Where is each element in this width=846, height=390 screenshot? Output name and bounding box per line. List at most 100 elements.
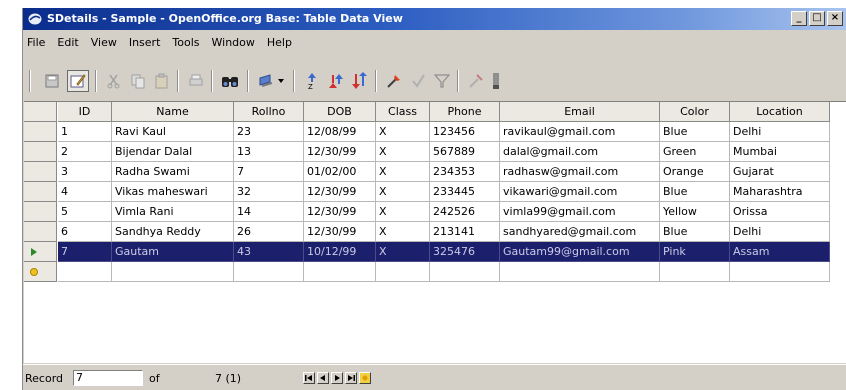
next-record-button[interactable] (331, 372, 343, 384)
table-cell-name[interactable]: Bijendar Dalal (112, 142, 234, 162)
column-header-dob[interactable]: DOB (304, 102, 376, 122)
table-cell-dob[interactable]: 12/30/99 (304, 142, 376, 162)
table-cell-location[interactable]: Delhi (730, 122, 830, 142)
last-record-button[interactable] (345, 372, 357, 384)
menu-insert[interactable]: Insert (125, 34, 169, 54)
table-cell-email[interactable]: dalal@gmail.com (500, 142, 660, 162)
table-cell-id[interactable]: 6 (58, 222, 112, 242)
table-cell-rollno[interactable]: 43 (234, 242, 304, 262)
table-cell-dob[interactable]: 01/02/00 (304, 162, 376, 182)
paste-icon[interactable] (151, 70, 173, 92)
column-header-color[interactable]: Color (660, 102, 730, 122)
table-cell-name[interactable]: Sandhya Reddy (112, 222, 234, 242)
table-cell-class[interactable]: X (376, 142, 430, 162)
table-cell-phone[interactable]: 123456 (430, 122, 500, 142)
table-cell-id[interactable]: 2 (58, 142, 112, 162)
table-cell-phone[interactable]: 233445 (430, 182, 500, 202)
print-icon[interactable] (185, 70, 207, 92)
menu-edit[interactable]: Edit (53, 34, 86, 54)
menu-file[interactable]: File (23, 34, 53, 54)
table-cell-id[interactable]: 7 (58, 242, 112, 262)
table-cell-name[interactable]: Ravi Kaul (112, 122, 234, 142)
table-cell-email[interactable]: ravikaul@gmail.com (500, 122, 660, 142)
row-selector[interactable] (24, 142, 57, 162)
title-bar[interactable]: SDetails - Sample - OpenOffice.org Base:… (23, 8, 846, 30)
table-cell-class[interactable]: X (376, 182, 430, 202)
column-header-id[interactable]: ID (58, 102, 112, 122)
maximize-button[interactable]: □ (809, 11, 825, 26)
table-cell-location[interactable]: Delhi (730, 222, 830, 242)
table-cell-id[interactable]: 1 (58, 122, 112, 142)
dropdown-arrow-icon[interactable] (275, 70, 287, 92)
new-row-cell[interactable] (430, 262, 500, 282)
table-cell-rollno[interactable]: 14 (234, 202, 304, 222)
data-to-text-icon[interactable] (485, 70, 507, 92)
copy-icon[interactable] (127, 70, 149, 92)
row-selector[interactable] (24, 242, 57, 262)
column-header-class[interactable]: Class (376, 102, 430, 122)
column-header-phone[interactable]: Phone (430, 102, 500, 122)
table-cell-id[interactable]: 3 (58, 162, 112, 182)
new-row-cell[interactable] (304, 262, 376, 282)
table-cell-location[interactable]: Mumbai (730, 142, 830, 162)
table-cell-class[interactable]: X (376, 162, 430, 182)
column-header-name[interactable]: Name (112, 102, 234, 122)
table-cell-dob[interactable]: 12/08/99 (304, 122, 376, 142)
table-cell-rollno[interactable]: 32 (234, 182, 304, 202)
new-row-selector[interactable] (24, 262, 57, 282)
new-row-cell[interactable] (500, 262, 660, 282)
table-cell-name[interactable]: Vikas maheswari (112, 182, 234, 202)
row-selector[interactable] (24, 222, 57, 242)
table-cell-rollno[interactable]: 7 (234, 162, 304, 182)
table-cell-email[interactable]: vikawari@gmail.com (500, 182, 660, 202)
table-cell-class[interactable]: X (376, 222, 430, 242)
autofilter-icon[interactable] (383, 70, 405, 92)
new-row-cell[interactable] (730, 262, 830, 282)
row-selector[interactable] (24, 202, 57, 222)
table-cell-id[interactable]: 5 (58, 202, 112, 222)
new-row-cell[interactable] (58, 262, 112, 282)
table-cell-color[interactable]: Blue (660, 122, 730, 142)
table-cell-location[interactable]: Maharashtra (730, 182, 830, 202)
table-cell-phone[interactable]: 234353 (430, 162, 500, 182)
row-selector[interactable] (24, 122, 57, 142)
table-cell-email[interactable]: radhasw@gmail.com (500, 162, 660, 182)
table-cell-phone[interactable]: 325476 (430, 242, 500, 262)
table-cell-class[interactable]: X (376, 202, 430, 222)
table-cell-dob[interactable]: 12/30/99 (304, 202, 376, 222)
cut-icon[interactable] (103, 70, 125, 92)
table-cell-phone[interactable]: 567889 (430, 142, 500, 162)
menu-tools[interactable]: Tools (168, 34, 207, 54)
apply-filter-icon[interactable] (431, 70, 453, 92)
table-cell-color[interactable]: Yellow (660, 202, 730, 222)
close-button[interactable]: × (827, 11, 843, 26)
record-number-input[interactable]: 7 (73, 370, 143, 386)
remove-filter-icon[interactable] (465, 70, 487, 92)
sort-ascending-icon[interactable]: Z (301, 70, 323, 92)
table-cell-dob[interactable]: 12/30/99 (304, 182, 376, 202)
column-header-rollno[interactable]: Rollno (234, 102, 304, 122)
row-selector[interactable] (24, 162, 57, 182)
table-cell-color[interactable]: Blue (660, 222, 730, 242)
save-icon[interactable] (41, 70, 63, 92)
table-cell-rollno[interactable]: 26 (234, 222, 304, 242)
grid-corner-header[interactable] (24, 102, 57, 122)
table-cell-phone[interactable]: 242526 (430, 202, 500, 222)
table-cell-color[interactable]: Green (660, 142, 730, 162)
sort-descending-icon[interactable] (325, 70, 347, 92)
table-cell-class[interactable]: X (376, 242, 430, 262)
standard-filter-icon[interactable] (407, 70, 429, 92)
table-cell-email[interactable]: sandhyared@gmail.com (500, 222, 660, 242)
refresh-icon[interactable] (255, 70, 277, 92)
menu-help[interactable]: Help (263, 34, 300, 54)
minimize-button[interactable]: _ (791, 11, 807, 26)
table-cell-rollno[interactable]: 23 (234, 122, 304, 142)
new-row-cell[interactable] (234, 262, 304, 282)
row-selector[interactable] (24, 182, 57, 202)
column-header-email[interactable]: Email (500, 102, 660, 122)
sort-icon[interactable] (349, 70, 371, 92)
table-cell-phone[interactable]: 213141 (430, 222, 500, 242)
new-record-button[interactable] (359, 372, 371, 384)
new-row-cell[interactable] (660, 262, 730, 282)
new-row-cell[interactable] (376, 262, 430, 282)
